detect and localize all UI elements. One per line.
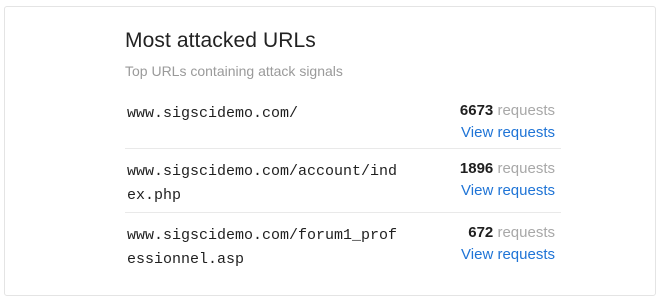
url-text: www.sigscidemo.com/ xyxy=(127,105,299,122)
list-item: www.sigscidemo.com/ 6673 requests View r… xyxy=(125,91,561,149)
url-text: www.sigscidemo.com/account/index.php xyxy=(127,163,398,204)
request-summary: 672 requests View requests xyxy=(461,222,555,265)
view-requests-link[interactable]: View requests xyxy=(460,180,555,201)
url-text: www.sigscidemo.com/forum1_professionnel.… xyxy=(127,227,398,268)
request-count: 672 xyxy=(468,224,494,241)
widget-title: Most attacked URLs xyxy=(125,29,316,52)
url-list: www.sigscidemo.com/ 6673 requests View r… xyxy=(125,91,561,283)
widget-subtitle: Top URLs containing attack signals xyxy=(125,63,343,79)
request-unit: requests xyxy=(497,102,555,119)
request-unit: requests xyxy=(497,224,555,241)
list-item: www.sigscidemo.com/account/index.php 189… xyxy=(125,149,561,213)
attacked-urls-card: Most attacked URLs Top URLs containing a… xyxy=(4,6,656,296)
request-summary: 1896 requests View requests xyxy=(460,158,555,201)
request-count: 1896 xyxy=(459,160,494,177)
view-requests-link[interactable]: View requests xyxy=(461,244,555,265)
view-requests-link[interactable]: View requests xyxy=(460,122,555,143)
list-item: www.sigscidemo.com/forum1_professionnel.… xyxy=(125,213,561,283)
request-summary: 6673 requests View requests xyxy=(460,100,555,143)
request-unit: requests xyxy=(497,160,555,177)
request-count: 6673 xyxy=(459,102,494,119)
